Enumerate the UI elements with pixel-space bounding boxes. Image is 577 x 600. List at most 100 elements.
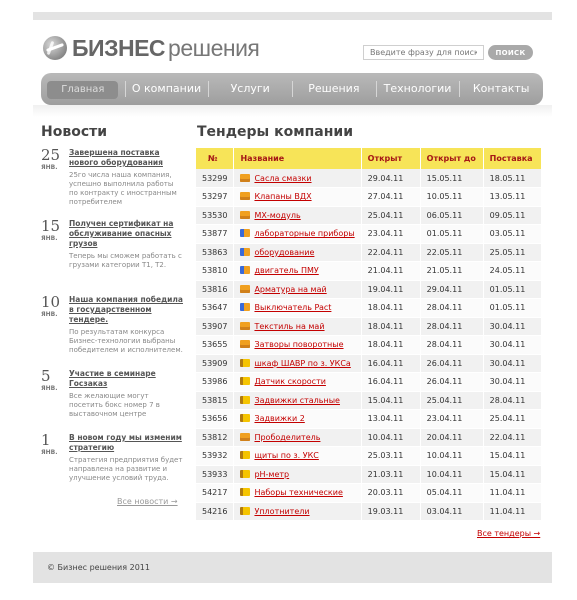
tools-icon	[240, 266, 251, 275]
tender-row: 53815 Задвижки стальные 15.04.11 25.04.11 28…	[196, 391, 543, 410]
tender-row: 53877 лабораторные приборы 23.04.11 01.05.1…	[196, 224, 543, 244]
tender-name-link[interactable]: двигатель ПМУ	[254, 266, 318, 275]
tender-open-until: 06.05.11	[420, 206, 484, 225]
nav-item-solutions[interactable]: Решения	[292, 73, 376, 105]
tender-name-cell: Затворы поворотные	[233, 335, 362, 355]
all-tenders-link[interactable]: Все тендеры →	[477, 529, 540, 538]
all-news-link[interactable]: Все новости →	[117, 497, 178, 506]
tender-name-cell: оборудование	[233, 243, 362, 262]
search-button[interactable]: ПОИСК	[488, 45, 533, 60]
nav-item-about[interactable]: О компании	[124, 73, 209, 105]
nav-item-technologies[interactable]: Технологии	[375, 73, 460, 105]
tender-name-cell: Клапаны ВДХ	[233, 187, 362, 207]
news-date: 5 ЯНВ.	[41, 367, 67, 393]
tender-name-link[interactable]: рН-метр	[254, 470, 289, 479]
tender-row: 53810 двигатель ПМУ 21.04.11 21.05.11 24.05.…	[196, 261, 543, 281]
tender-name-link[interactable]: шкаф ШАВР по з. УКСа	[254, 359, 350, 368]
tender-name-cell: щиты по з. УКС	[233, 446, 362, 466]
tender-delivery: 25.04.11	[483, 409, 543, 429]
tender-open-until: 21.05.11	[420, 261, 484, 281]
tender-row: 54216 Уплотнители 19.03.11 03.04.11 11.04.11	[196, 502, 543, 521]
nav-item-services[interactable]: Услуги	[208, 73, 292, 105]
tender-name-link[interactable]: Датчик скорости	[254, 377, 325, 386]
tender-delivery: 15.04.11	[483, 446, 543, 466]
news-item: 1 ЯНВ. В новом году мы изменим стратегию Ст…	[41, 433, 183, 483]
tender-name-link[interactable]: лабораторные приборы	[254, 229, 354, 238]
tender-number: 53907	[196, 317, 235, 336]
tender-name-link[interactable]: Уплотнители	[254, 507, 309, 516]
tender-name-link[interactable]: Затворы поворотные	[254, 340, 343, 349]
tender-name-link[interactable]: оборудование	[254, 248, 314, 257]
flag-icon	[240, 451, 251, 460]
search-form: ПОИСК	[363, 45, 533, 60]
tender-number: 53986	[196, 372, 235, 392]
tender-name-link[interactable]: Арматура на май	[254, 285, 326, 294]
tender-delivery: 15.04.11	[483, 465, 543, 484]
tender-number: 53530	[196, 206, 235, 225]
flag-icon	[240, 506, 251, 515]
tender-row: 53986 Датчик скорости 16.04.11 26.04.11 30.0…	[196, 372, 543, 392]
tender-open-until: 05.04.11	[420, 483, 484, 503]
tender-row: 53933 рН-метр 21.03.11 10.04.11 15.04.11	[196, 465, 543, 484]
search-input[interactable]	[363, 45, 484, 60]
flag-icon	[240, 358, 251, 367]
tender-name-link[interactable]: Задвижки 2	[254, 414, 304, 423]
tender-name-link[interactable]: Текстиль на май	[254, 322, 324, 331]
tender-delivery: 30.04.11	[483, 354, 543, 373]
tender-name-link[interactable]: Сасла смазки	[254, 174, 311, 183]
news-day: 10	[41, 293, 61, 311]
tender-opened: 16.04.11	[361, 372, 421, 392]
tender-opened: 16.04.11	[361, 354, 421, 373]
tender-delivery: 28.04.11	[483, 391, 543, 410]
tender-opened: 25.04.11	[361, 206, 421, 225]
news-text: Все желающие могут посетить бокс номер 7…	[69, 392, 160, 418]
news-link[interactable]: Получен сертификат на обслуживание опасн…	[69, 219, 183, 249]
tender-name-cell: Прободелитель	[233, 428, 362, 447]
tender-opened: 22.04.11	[361, 243, 421, 262]
tender-name-link[interactable]: Выключатель Pact	[254, 303, 331, 312]
main-nav: Главная О компании Услуги Решения Технол…	[41, 73, 543, 105]
tender-opened: 15.04.11	[361, 391, 421, 410]
news-link[interactable]: Наша компания победила в государственном…	[69, 295, 183, 325]
news-link[interactable]: Участие в семинаре Госзаказ	[69, 369, 183, 389]
nav-item-contacts[interactable]: Контакты	[459, 73, 543, 105]
tender-name-link[interactable]: Наборы технические	[254, 488, 342, 497]
tender-open-until: 29.04.11	[420, 280, 484, 299]
tender-row: 53299 Сасла смазки 29.04.11 15.05.11 18.05.1…	[196, 169, 543, 188]
news-text: По результатам конкурса Бизнес-технологи…	[69, 328, 183, 354]
tender-name-link[interactable]: Прободелитель	[254, 433, 320, 442]
logo[interactable]: БИЗНЕС решения	[43, 34, 260, 62]
flag-icon	[240, 414, 251, 423]
box-icon	[240, 192, 251, 201]
nav-item-home[interactable]: Главная	[41, 73, 125, 105]
tender-open-until: 15.05.11	[420, 169, 484, 188]
tender-number: 53816	[196, 280, 235, 299]
tender-opened: 27.04.11	[361, 187, 421, 207]
top-strip	[33, 12, 552, 20]
news-item: 10 ЯНВ. Наша компания победила в государст…	[41, 295, 183, 355]
news-item: 5 ЯНВ. Участие в семинаре Госзаказ Все жела…	[41, 369, 183, 419]
tender-open-until: 22.05.11	[420, 243, 484, 262]
news-link[interactable]: В новом году мы изменим стратегию	[69, 433, 183, 453]
tender-delivery: 11.04.11	[483, 502, 543, 521]
news-day: 5	[41, 367, 51, 385]
tender-delivery: 09.05.11	[483, 206, 543, 225]
tender-opened: 19.04.11	[361, 280, 421, 299]
tender-name-link[interactable]: Задвижки стальные	[254, 396, 340, 405]
box-icon	[240, 173, 251, 182]
box-icon	[240, 340, 251, 349]
tender-name-link[interactable]: щиты по з. УКС	[254, 451, 318, 460]
tender-name-cell: Текстиль на май	[233, 317, 362, 336]
tender-name-link[interactable]: Клапаны ВДХ	[254, 192, 311, 201]
tender-delivery: 30.04.11	[483, 317, 543, 336]
news-date: 10 ЯНВ.	[41, 293, 67, 319]
tender-opened: 10.04.11	[361, 428, 421, 447]
tender-open-until: 20.04.11	[420, 428, 484, 447]
news-link[interactable]: Завершена поставка нового оборудования	[69, 148, 183, 168]
tender-delivery: 18.05.11	[483, 169, 543, 188]
tender-name-cell: Сасла смазки	[233, 169, 362, 188]
news-day: 1	[41, 431, 51, 449]
tender-delivery: 01.05.11	[483, 298, 543, 318]
tender-open-until: 23.04.11	[420, 409, 484, 429]
tender-name-link[interactable]: МХ-модуль	[254, 211, 300, 220]
